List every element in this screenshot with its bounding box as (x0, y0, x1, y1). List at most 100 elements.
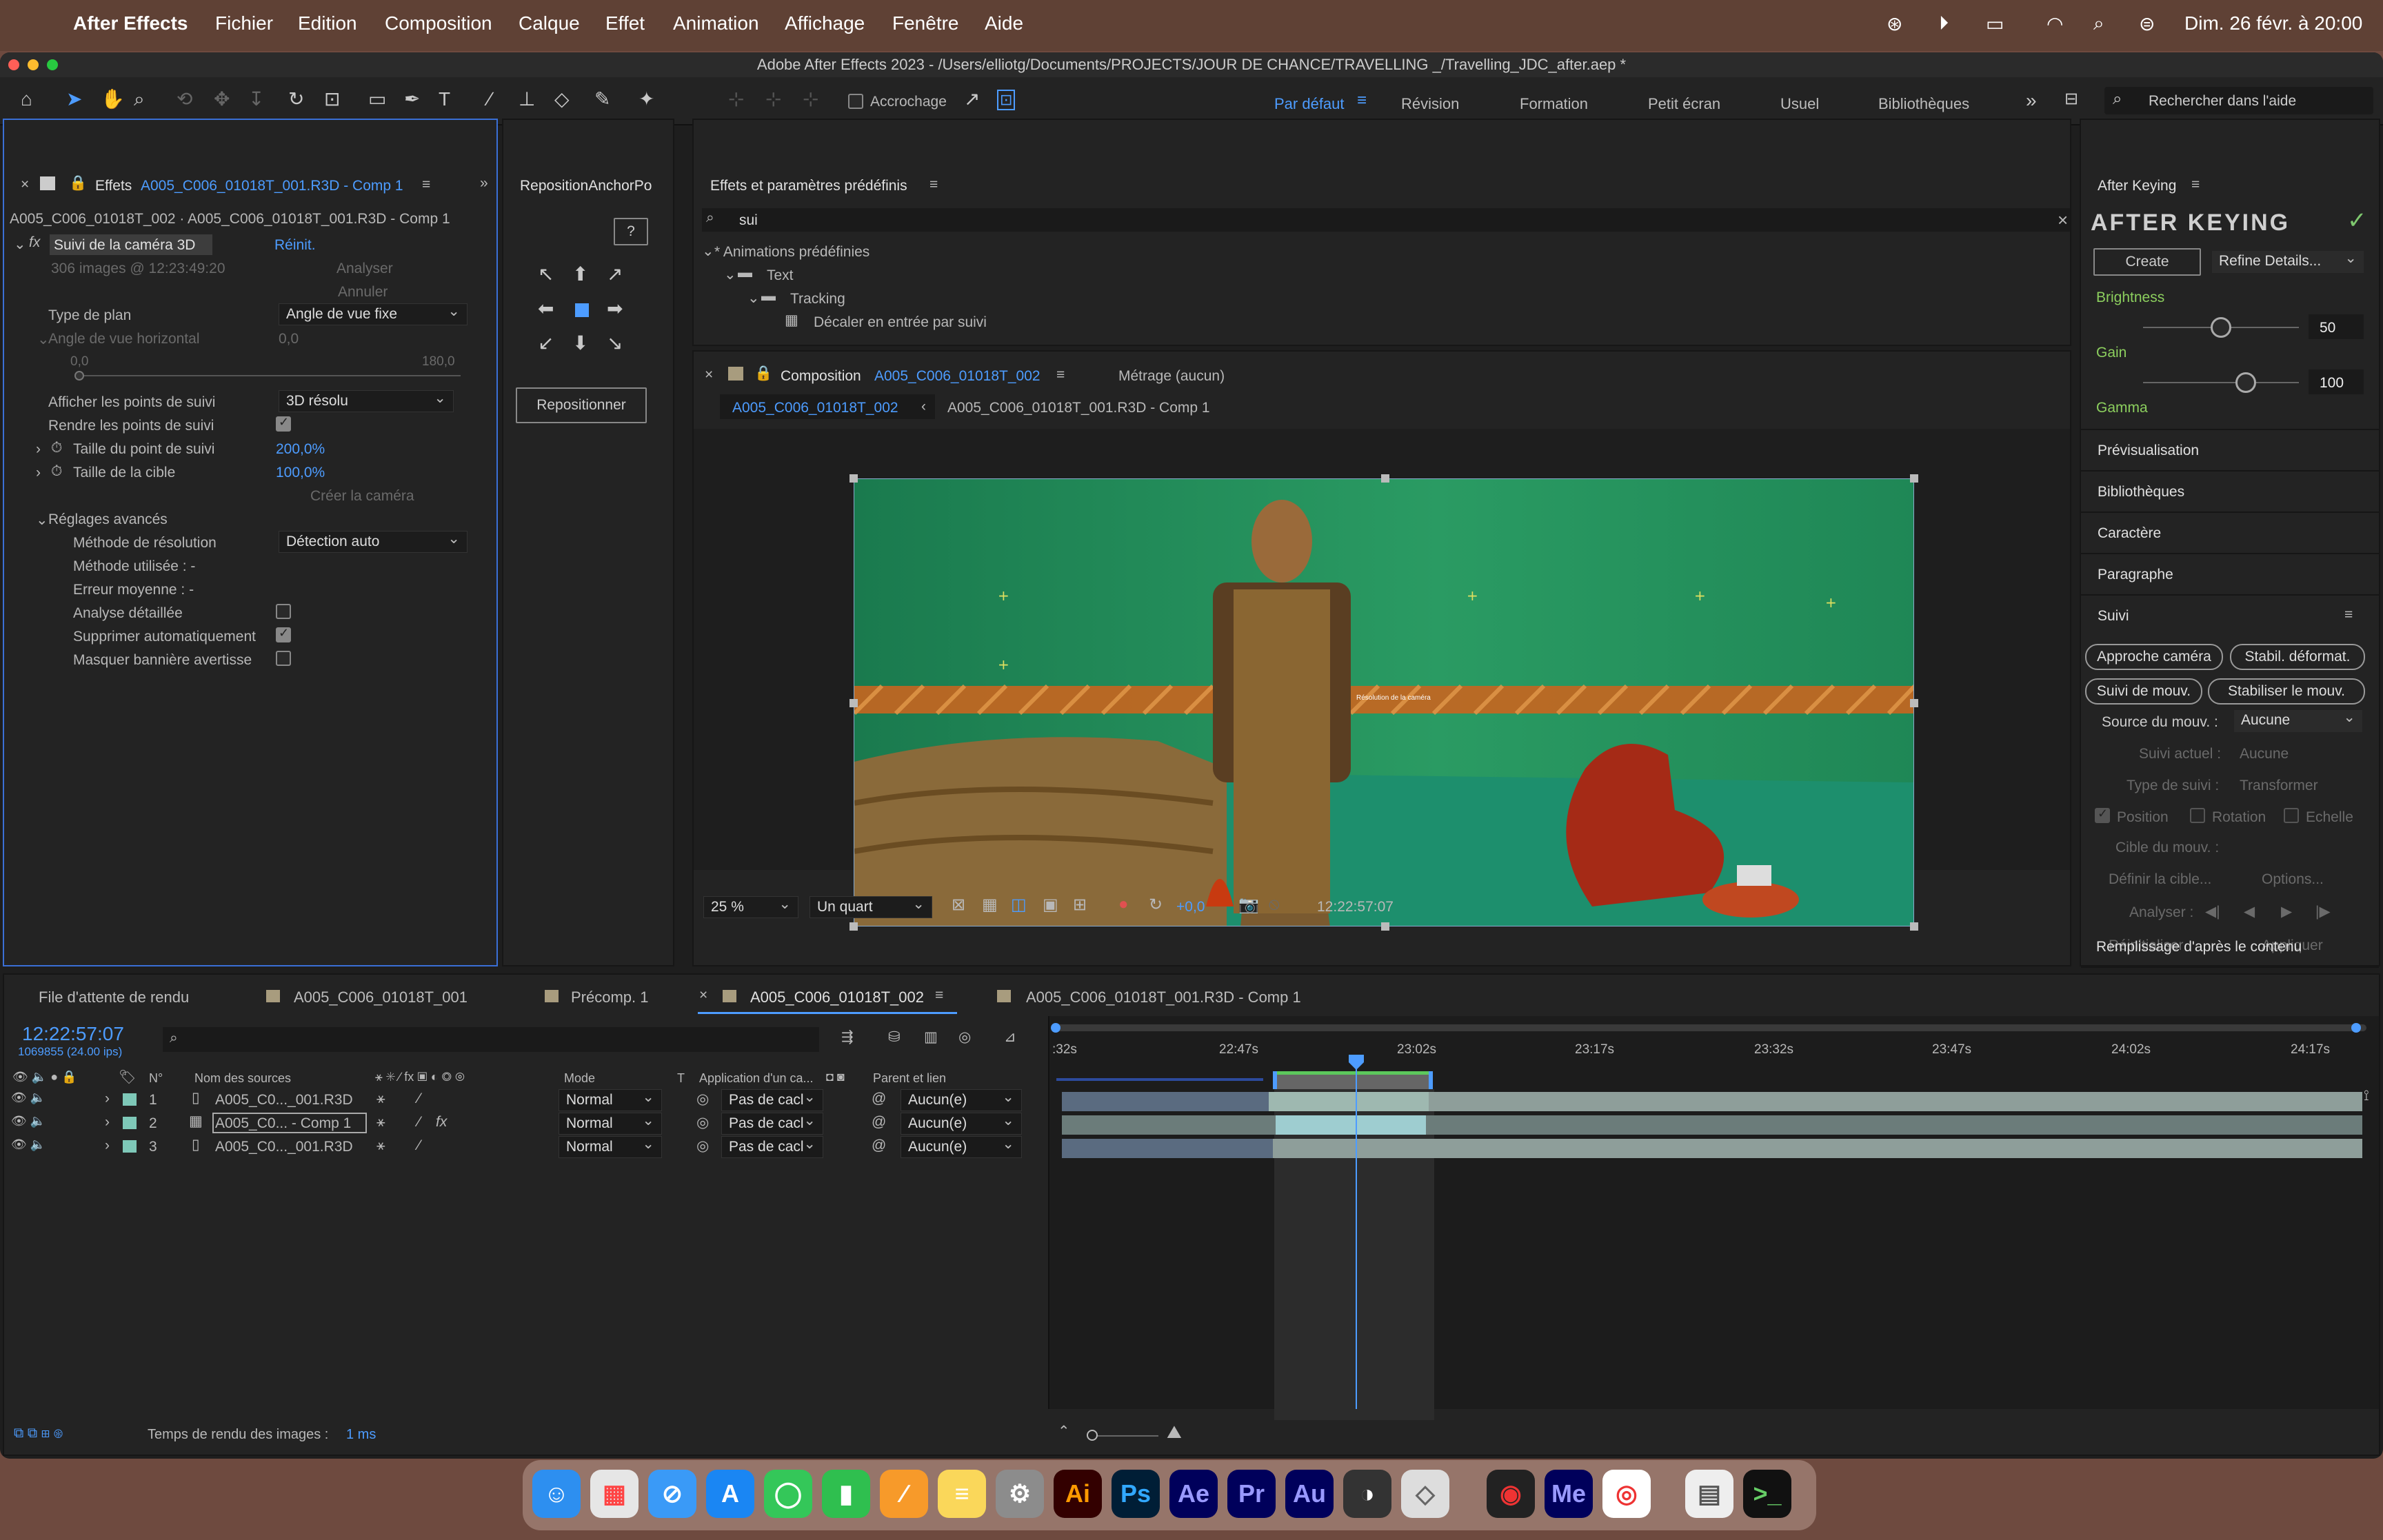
zoom-slider-thumb[interactable] (1087, 1430, 1098, 1441)
frame-handle[interactable] (849, 922, 858, 931)
reposition-button[interactable]: Repositionner (516, 387, 647, 423)
zoom-window-button[interactable] (47, 59, 58, 70)
visibility-icon[interactable]: 👁 🔈 (11, 1137, 46, 1152)
matte-icon[interactable]: ◎ (696, 1137, 709, 1155)
premiere-icon[interactable]: Pr (1227, 1470, 1276, 1518)
content-aware-fill-section[interactable]: Remplissage d'après le contenu (2096, 939, 2302, 955)
work-area-range[interactable] (1273, 1071, 1433, 1089)
anchor-top-icon[interactable]: ⬆ (572, 265, 588, 284)
tab-precomp-1[interactable]: Précomp. 1 (571, 989, 649, 1006)
menu-fichier[interactable]: Fichier (215, 12, 273, 34)
photoshop-icon[interactable]: Ps (1112, 1470, 1160, 1518)
zoom-slider[interactable] (1089, 1435, 1158, 1437)
table-row[interactable]: 👁 🔈 › 3 ▯ A005_C0..._001.R3D ⚹ ∕ Normal … (4, 1134, 1045, 1158)
analyze-next-icon[interactable]: |▶ (2315, 903, 2331, 920)
hand-tool-icon[interactable]: ✋ (101, 90, 125, 109)
anchor-bottom-icon[interactable]: ⬇ (572, 334, 588, 353)
finder-icon[interactable]: ☺ (532, 1470, 581, 1518)
stopwatch-icon[interactable]: ⏱ (51, 463, 62, 480)
anchor-bottom-left-icon[interactable]: ↙ (538, 334, 554, 353)
collapse-switch-icon[interactable]: ⚹ (376, 1114, 385, 1131)
pick-whip-icon[interactable]: @ (872, 1091, 886, 1107)
dolly-tool-icon[interactable]: ↧ (248, 90, 264, 109)
resolution-dropdown[interactable]: Un quart (810, 894, 932, 918)
scale-checkbox[interactable] (2284, 808, 2299, 823)
capture-icon[interactable]: ◉ (1487, 1470, 1535, 1518)
tab-comp-001[interactable]: A005_C006_01018T_001 (294, 989, 467, 1006)
pick-whip-icon[interactable]: @ (872, 1137, 886, 1154)
shy-layers-icon[interactable]: ⛁ (888, 1029, 901, 1046)
section-preview[interactable]: Prévisualisation (2098, 443, 2199, 459)
layer-mode-dropdown[interactable]: Normal (559, 1087, 662, 1111)
navigator-end-handle[interactable] (2351, 1023, 2361, 1033)
col-source-name[interactable]: Nom des sources (194, 1071, 291, 1086)
layer-mode-dropdown[interactable]: Normal (559, 1111, 662, 1135)
brightness-slider-track[interactable] (2143, 317, 2299, 338)
illustrator-icon[interactable]: Ai (1054, 1470, 1102, 1518)
tree-expand-icon[interactable]: ⌄ (702, 243, 714, 260)
advanced-expand-icon[interactable]: ⌄ (36, 511, 48, 529)
panel-expand-icon[interactable]: » (480, 175, 488, 192)
spotlight-icon[interactable]: ⌕ (2093, 12, 2104, 35)
brightness-value-field[interactable]: 50 (2309, 314, 2364, 339)
channels-icon[interactable]: ● (1118, 895, 1129, 914)
visibility-icon[interactable]: 👁 🔈 (11, 1114, 46, 1128)
eraser-tool-icon[interactable]: ◇ (554, 90, 570, 109)
close-window-button[interactable] (8, 59, 19, 70)
tree-preset-item[interactable]: Décaler en entrée par suivi (814, 314, 987, 331)
create-button[interactable]: Create (2093, 248, 2201, 276)
show-points-dropdown[interactable]: 3D résolu (279, 388, 454, 412)
region-of-interest-icon[interactable]: ▣ (1043, 895, 1058, 915)
point-size-expand-icon[interactable]: › (36, 441, 41, 458)
home-icon[interactable]: ⌂ (21, 90, 32, 109)
zoom-out-icon[interactable]: ⌃ (1058, 1423, 1070, 1440)
anchor-tool-icon[interactable]: ⊡ (324, 90, 340, 109)
hangle-expand-icon[interactable]: ⌄ (37, 331, 50, 348)
notes-icon[interactable]: ≡ (938, 1470, 986, 1518)
comp-tab-name[interactable]: A005_C006_01018T_002 (874, 368, 1040, 385)
system-settings-icon[interactable]: ⚙ (996, 1470, 1044, 1518)
footer-toggle-icons[interactable]: ⧉ ⧉ ⊞ ⊛ (14, 1426, 63, 1441)
workspace-menu-icon[interactable]: ≡ (1357, 92, 1367, 109)
track-matte-dropdown[interactable]: Pas de cacl (721, 1087, 823, 1111)
effects-tab-label[interactable]: Effets (95, 178, 132, 194)
layer-name[interactable]: A005_C0..._001.R3D (215, 1092, 353, 1108)
workspace-revision[interactable]: Révision (1401, 95, 1459, 113)
creative-cloud-icon[interactable]: ⊛ (1887, 12, 1902, 35)
quality-switch-icon[interactable]: ∕ (418, 1137, 421, 1154)
position-checkbox[interactable] (2095, 807, 2110, 823)
tab-close-icon[interactable]: × (699, 987, 707, 1004)
method-dropdown[interactable]: Détection auto (279, 529, 467, 553)
playhead-line[interactable] (1356, 1060, 1357, 1409)
puppet-tool-icon[interactable]: ✦ (639, 90, 654, 109)
frame-handle[interactable] (849, 699, 858, 707)
quality-switch-icon[interactable]: ∕ (418, 1114, 421, 1131)
reposition-help-button[interactable]: ? (614, 218, 648, 245)
comp-tab-label[interactable]: Composition (781, 368, 861, 385)
col-mode[interactable]: Mode (564, 1071, 595, 1086)
collapse-switch-icon[interactable]: ⚹ (376, 1137, 385, 1154)
detailed-analysis-checkbox[interactable] (276, 604, 291, 619)
effect-name[interactable]: Suivi de la caméra 3D (54, 237, 195, 254)
point-size-value[interactable]: 200,0% (276, 441, 325, 458)
layer-bar-3[interactable] (1062, 1139, 2362, 1158)
work-area-bar[interactable] (1056, 1078, 1263, 1081)
snapshot-icon[interactable]: 📷 (1238, 895, 1259, 915)
menu-fenetre[interactable]: Fenêtre (892, 12, 959, 34)
track-camera-button[interactable]: Approche caméra (2085, 644, 2223, 670)
hangle-value[interactable]: 0,0 (279, 331, 299, 347)
presets-menu-icon[interactable]: ≡ (929, 176, 938, 193)
orbit-tool-icon[interactable]: ⟲ (177, 90, 192, 109)
presets-search-field[interactable]: ⌕ sui × (702, 208, 2070, 232)
menu-edition[interactable]: Edition (298, 12, 357, 34)
pen-tool-icon[interactable]: ✒ (404, 90, 420, 109)
anchor-center-icon[interactable] (575, 303, 589, 317)
gain-slider-track[interactable] (2143, 372, 2299, 393)
tab-menu-icon[interactable]: ≡ (935, 987, 943, 1004)
analyze-button[interactable]: Analyser (336, 261, 393, 277)
axis-view-icon[interactable]: ⊹ (803, 90, 818, 109)
menubar-clock[interactable]: Dim. 26 févr. à 20:00 (2184, 12, 2362, 34)
help-search-box[interactable]: ⌕ Rechercher dans l'aide (2104, 87, 2373, 114)
matte-icon[interactable]: ◎ (696, 1091, 709, 1108)
effect-reset-link[interactable]: Réinit. (274, 237, 316, 254)
